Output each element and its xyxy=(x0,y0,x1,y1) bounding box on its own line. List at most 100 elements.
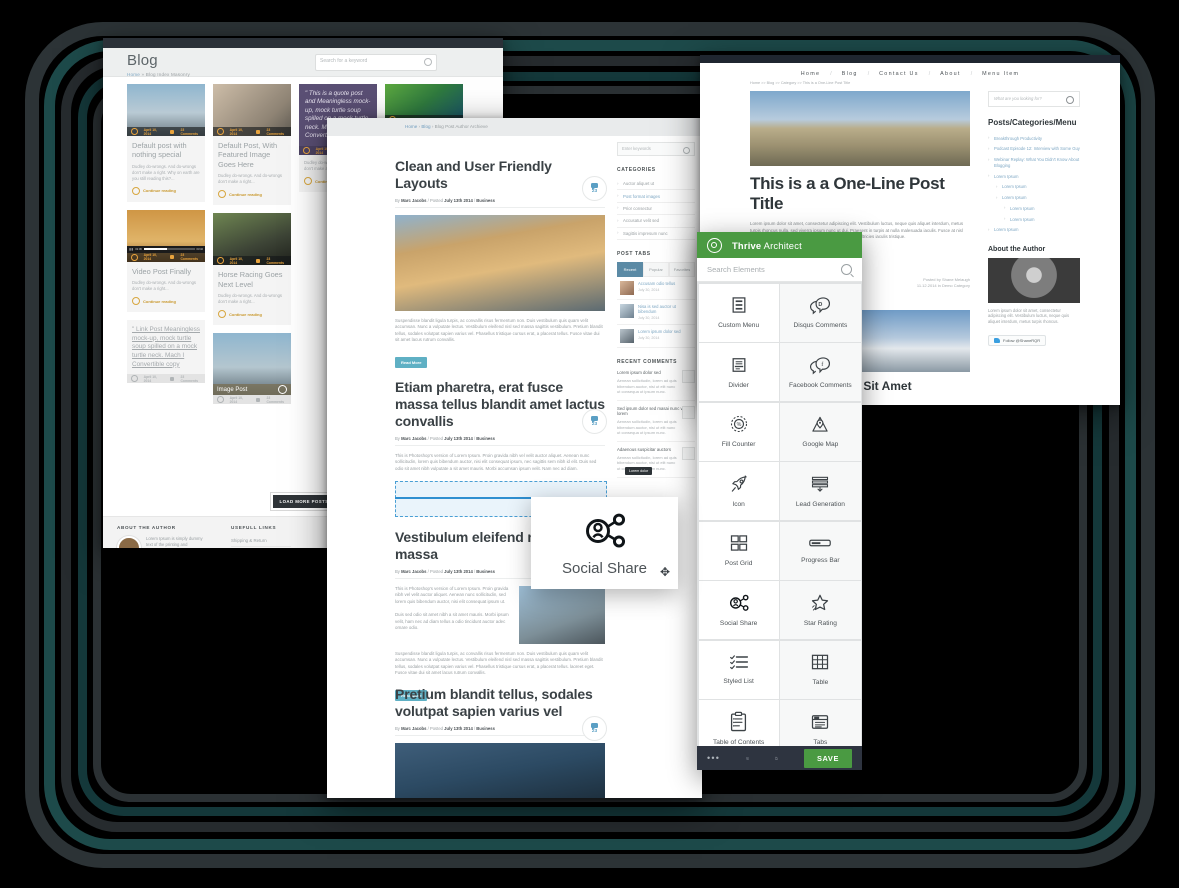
post-title[interactable]: Accusam odio tellus xyxy=(638,281,675,286)
article-author[interactable]: Marc Jacobs xyxy=(401,726,426,731)
card-title[interactable]: Video Post Finally xyxy=(132,267,200,276)
continue-reading-link[interactable]: Continue reading xyxy=(218,190,286,199)
blog-card[interactable]: April 10, 2014 23 Comments Default Post,… xyxy=(213,84,291,206)
comment-count-badge[interactable]: 23 xyxy=(582,176,607,201)
card-title[interactable]: Horse Racing Goes Next Level xyxy=(218,270,286,289)
article-title[interactable]: Pretium blandit tellus, sodales volutpat… xyxy=(395,686,605,720)
drag-ghost-social-share[interactable]: Social Share ✥ xyxy=(531,497,678,589)
twitter-follow-button[interactable]: Follow @ShaneRQR xyxy=(988,334,1047,347)
element-search-input[interactable]: Search Elements xyxy=(697,258,862,282)
comment-icon xyxy=(169,129,175,134)
sidebar-menu-item[interactable]: Breakthrough Productivity xyxy=(988,133,1080,144)
element-divider[interactable]: Divider xyxy=(698,343,779,401)
image-post-card[interactable]: Image Post April 10, 2014 23 Comments xyxy=(213,333,291,405)
video-play-icon[interactable]: ❚❚ xyxy=(129,248,133,251)
post-tabs[interactable]: Recent Popular Favorites xyxy=(617,261,695,277)
category-item[interactable]: Auctor aliquet ut xyxy=(617,178,695,191)
continue-reading-link[interactable]: Continue reading xyxy=(132,297,200,306)
post-title[interactable]: This is a a One-Line Post Title xyxy=(750,174,970,214)
sidebar-menu-item[interactable]: Podcast Episode 12: Interview with Some … xyxy=(988,144,1080,155)
element-star-rating[interactable]: Star Rating xyxy=(780,581,861,639)
nav-item-contact-us[interactable]: Contact Us xyxy=(879,71,919,77)
breadcrumb-blog[interactable]: Blog xyxy=(421,124,430,129)
breadcrumb-home[interactable]: Home xyxy=(127,72,140,77)
element-styled-list[interactable]: Styled List xyxy=(698,640,779,699)
element-custom-menu[interactable]: Custom Menu xyxy=(698,283,779,342)
article-category[interactable]: Business xyxy=(476,569,495,574)
post-title[interactable]: Nisa is sed auctor ut bibendum xyxy=(638,304,692,315)
responsive-preview-icon[interactable] xyxy=(746,752,750,765)
article-category[interactable]: Business xyxy=(476,726,495,731)
continue-reading-link[interactable]: Continue reading xyxy=(132,186,200,195)
element-lead-generation[interactable]: Lead Generation xyxy=(780,462,861,520)
sidebar-post-item[interactable]: Lorem ipsum dolor sed July 30, 2014 xyxy=(617,325,695,349)
continue-reading-link[interactable]: Continue reading xyxy=(218,310,286,319)
element-post-grid[interactable]: Post Grid xyxy=(698,521,779,580)
sidebar-menu-item[interactable]: Webinar Replay: What You Didn't Know Abo… xyxy=(988,155,1080,171)
nav-item-blog[interactable]: Blog xyxy=(842,71,858,77)
footer-link[interactable]: Shipping & Return xyxy=(231,536,291,547)
search-input[interactable]: Search for a keyword xyxy=(315,54,437,71)
facebook-comments-icon: f xyxy=(810,356,831,374)
sidebar-menu-item[interactable]: Lorem Ipsum xyxy=(988,203,1080,214)
element-disqus-comments[interactable]: D Disqus Comments xyxy=(780,283,861,342)
sidebar-menu-item[interactable]: Lorem Ipsum xyxy=(988,214,1080,225)
footer-link[interactable]: Contact Us xyxy=(231,547,291,548)
tab-popular[interactable]: Popular xyxy=(643,261,669,277)
expand-icon[interactable] xyxy=(278,385,287,395)
card-title[interactable]: Default Post, With Featured Image Goes H… xyxy=(218,141,286,169)
comment-count-badge[interactable]: 23 xyxy=(582,409,607,434)
nav-item-home[interactable]: Home xyxy=(801,71,821,77)
nav-item-about[interactable]: About xyxy=(940,71,961,77)
avatar xyxy=(117,536,141,548)
element-social-share[interactable]: Social Share xyxy=(698,581,779,639)
save-button[interactable]: SAVE xyxy=(804,748,852,768)
page-settings-icon[interactable] xyxy=(775,751,778,766)
element-fill-counter[interactable]: % Fill Counter xyxy=(698,402,779,461)
tab-recent[interactable]: Recent xyxy=(617,261,643,277)
thrive-architect-panel[interactable]: Thrive Architect Search Elements Custom … xyxy=(697,232,862,770)
article-author[interactable]: Marc Jacobs xyxy=(401,436,426,441)
sidebar-menu-item[interactable]: Lorem Ipsum xyxy=(988,193,1080,204)
comment-count-badge[interactable]: 23 xyxy=(582,716,607,741)
sidebar-post-item[interactable]: Accusam odio tellus July 30, 2014 xyxy=(617,277,695,300)
gear-icon[interactable] xyxy=(707,237,722,253)
blog-card[interactable]: April 10, 2014 23 Comments Default post … xyxy=(127,84,205,202)
link-post-title[interactable]: " Link Post Meaningless mock-up, mock tu… xyxy=(132,326,200,369)
video-controls[interactable]: ❚❚ 01:06 03:32 xyxy=(127,245,205,253)
more-options-button[interactable]: ••• xyxy=(707,753,720,763)
sidebar-menu-item[interactable]: Lorem Ipsum xyxy=(988,225,1080,236)
link-post-card[interactable]: " Link Post Meaningless mock-up, mock tu… xyxy=(127,320,205,384)
category-item[interactable]: Prior consectur xyxy=(617,203,695,216)
sidebar-search-input[interactable]: What are you looking for? xyxy=(988,91,1080,107)
post-title[interactable]: Lorem ipsum dolor sed xyxy=(638,329,681,334)
nav-sep: / xyxy=(867,71,870,77)
element-icon[interactable]: Icon xyxy=(698,462,779,520)
breadcrumb-home[interactable]: Home xyxy=(405,124,417,129)
article-author[interactable]: Marc Jacobs xyxy=(401,569,426,574)
blog-card[interactable]: ❚❚ 01:06 03:32 April 10, 2014 23 Comment… xyxy=(127,209,205,313)
blog-archive-window[interactable]: Home › Blog › Blog Post Author Archieve … xyxy=(327,118,702,798)
sidebar-post-item[interactable]: Nisa is sed auctor ut bibendum July 30, … xyxy=(617,300,695,326)
article-category[interactable]: Business xyxy=(476,198,495,203)
element-table[interactable]: Table xyxy=(780,640,861,699)
category-item[interactable]: Accusatur velit sed xyxy=(617,215,695,228)
sidebar-menu-item[interactable]: Lorem Ipsum xyxy=(988,171,1080,182)
article-title[interactable]: Clean and User Friendly Layouts xyxy=(395,158,605,192)
element-facebook-comments[interactable]: f Facebook Comments xyxy=(780,343,861,401)
sidebar-menu-item[interactable]: Lorem Ipsum xyxy=(988,182,1080,193)
category-item[interactable]: Sagittis impresum nunc xyxy=(617,228,695,240)
article-category[interactable]: Business xyxy=(476,436,495,441)
sidebar-search-input[interactable]: Enter keywords xyxy=(617,142,695,156)
nav-item-menu-item[interactable]: Menu Item xyxy=(982,71,1019,77)
element-google-map[interactable]: Google Map xyxy=(780,402,861,461)
video-timeline[interactable] xyxy=(143,248,195,251)
element-progress-bar[interactable]: Progress Bar xyxy=(780,521,861,580)
category-item[interactable]: Post format images xyxy=(617,190,695,203)
card-title[interactable]: Default post with nothing special xyxy=(132,141,200,160)
read-more-button[interactable]: Read More xyxy=(395,356,428,368)
blog-card[interactable]: April 10, 2014 23 Comments Horse Racing … xyxy=(213,213,291,326)
article-author[interactable]: Marc Jacobs xyxy=(401,198,426,203)
article-title[interactable]: Etiam pharetra, erat fusce massa tellus … xyxy=(395,379,605,430)
tab-favorites[interactable]: Favorites xyxy=(669,261,695,277)
